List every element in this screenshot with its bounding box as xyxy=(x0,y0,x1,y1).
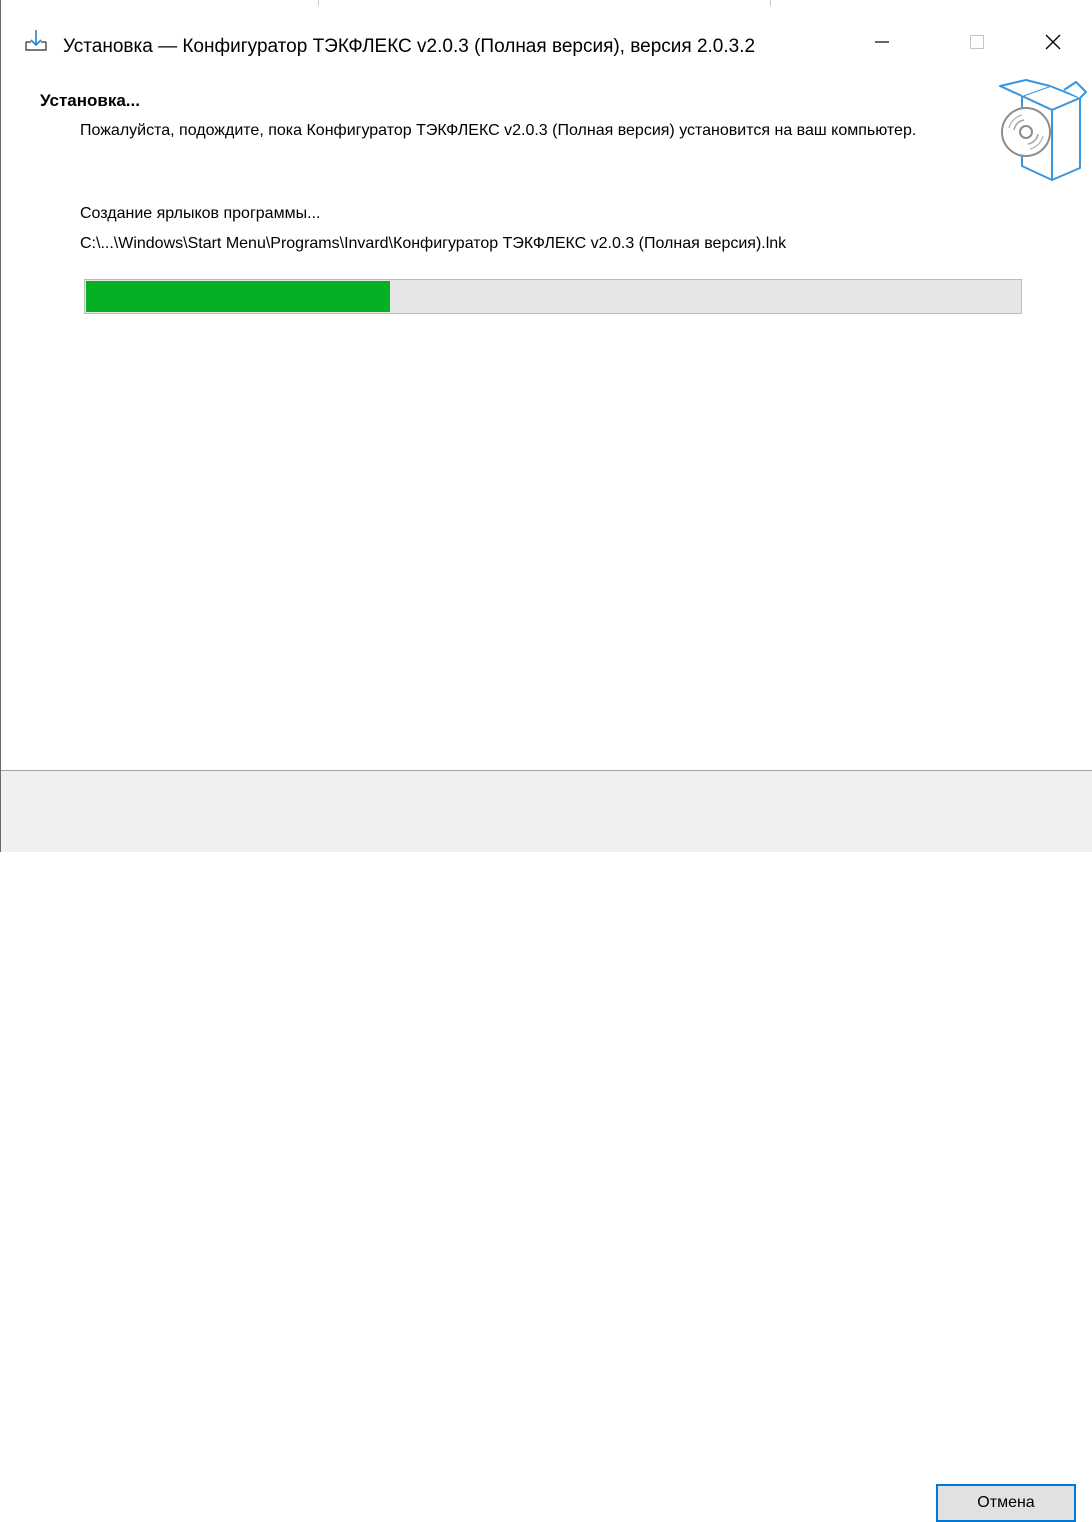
window-title: Установка — Конфигуратор ТЭКФЛЕКС v2.0.3… xyxy=(63,36,756,57)
page-title: Установка... xyxy=(40,91,140,110)
software-box-disc-icon xyxy=(992,76,1088,184)
progress-bar xyxy=(84,279,1022,314)
close-icon xyxy=(1044,33,1062,56)
maximize-icon xyxy=(969,34,985,55)
status-text: Создание ярлыков программы... xyxy=(80,205,321,222)
file-path: C:\...\Windows\Start Menu\Programs\Invar… xyxy=(80,235,787,252)
minimize-icon xyxy=(874,34,890,55)
cancel-button[interactable]: Отмена xyxy=(936,1484,1076,1522)
install-download-icon xyxy=(25,28,47,52)
progress-bar-fill xyxy=(86,281,390,312)
window-border xyxy=(0,0,1,852)
close-button[interactable] xyxy=(1025,24,1081,64)
page-description: Пожалуйста, подождите, пока Конфигуратор… xyxy=(80,122,917,139)
footer: Отмена xyxy=(1,771,1092,1522)
title-bar[interactable]: Установка — Конфигуратор ТЭКФЛЕКС v2.0.3… xyxy=(1,6,1092,72)
maximize-button xyxy=(949,24,1005,64)
minimize-button[interactable] xyxy=(854,24,910,64)
